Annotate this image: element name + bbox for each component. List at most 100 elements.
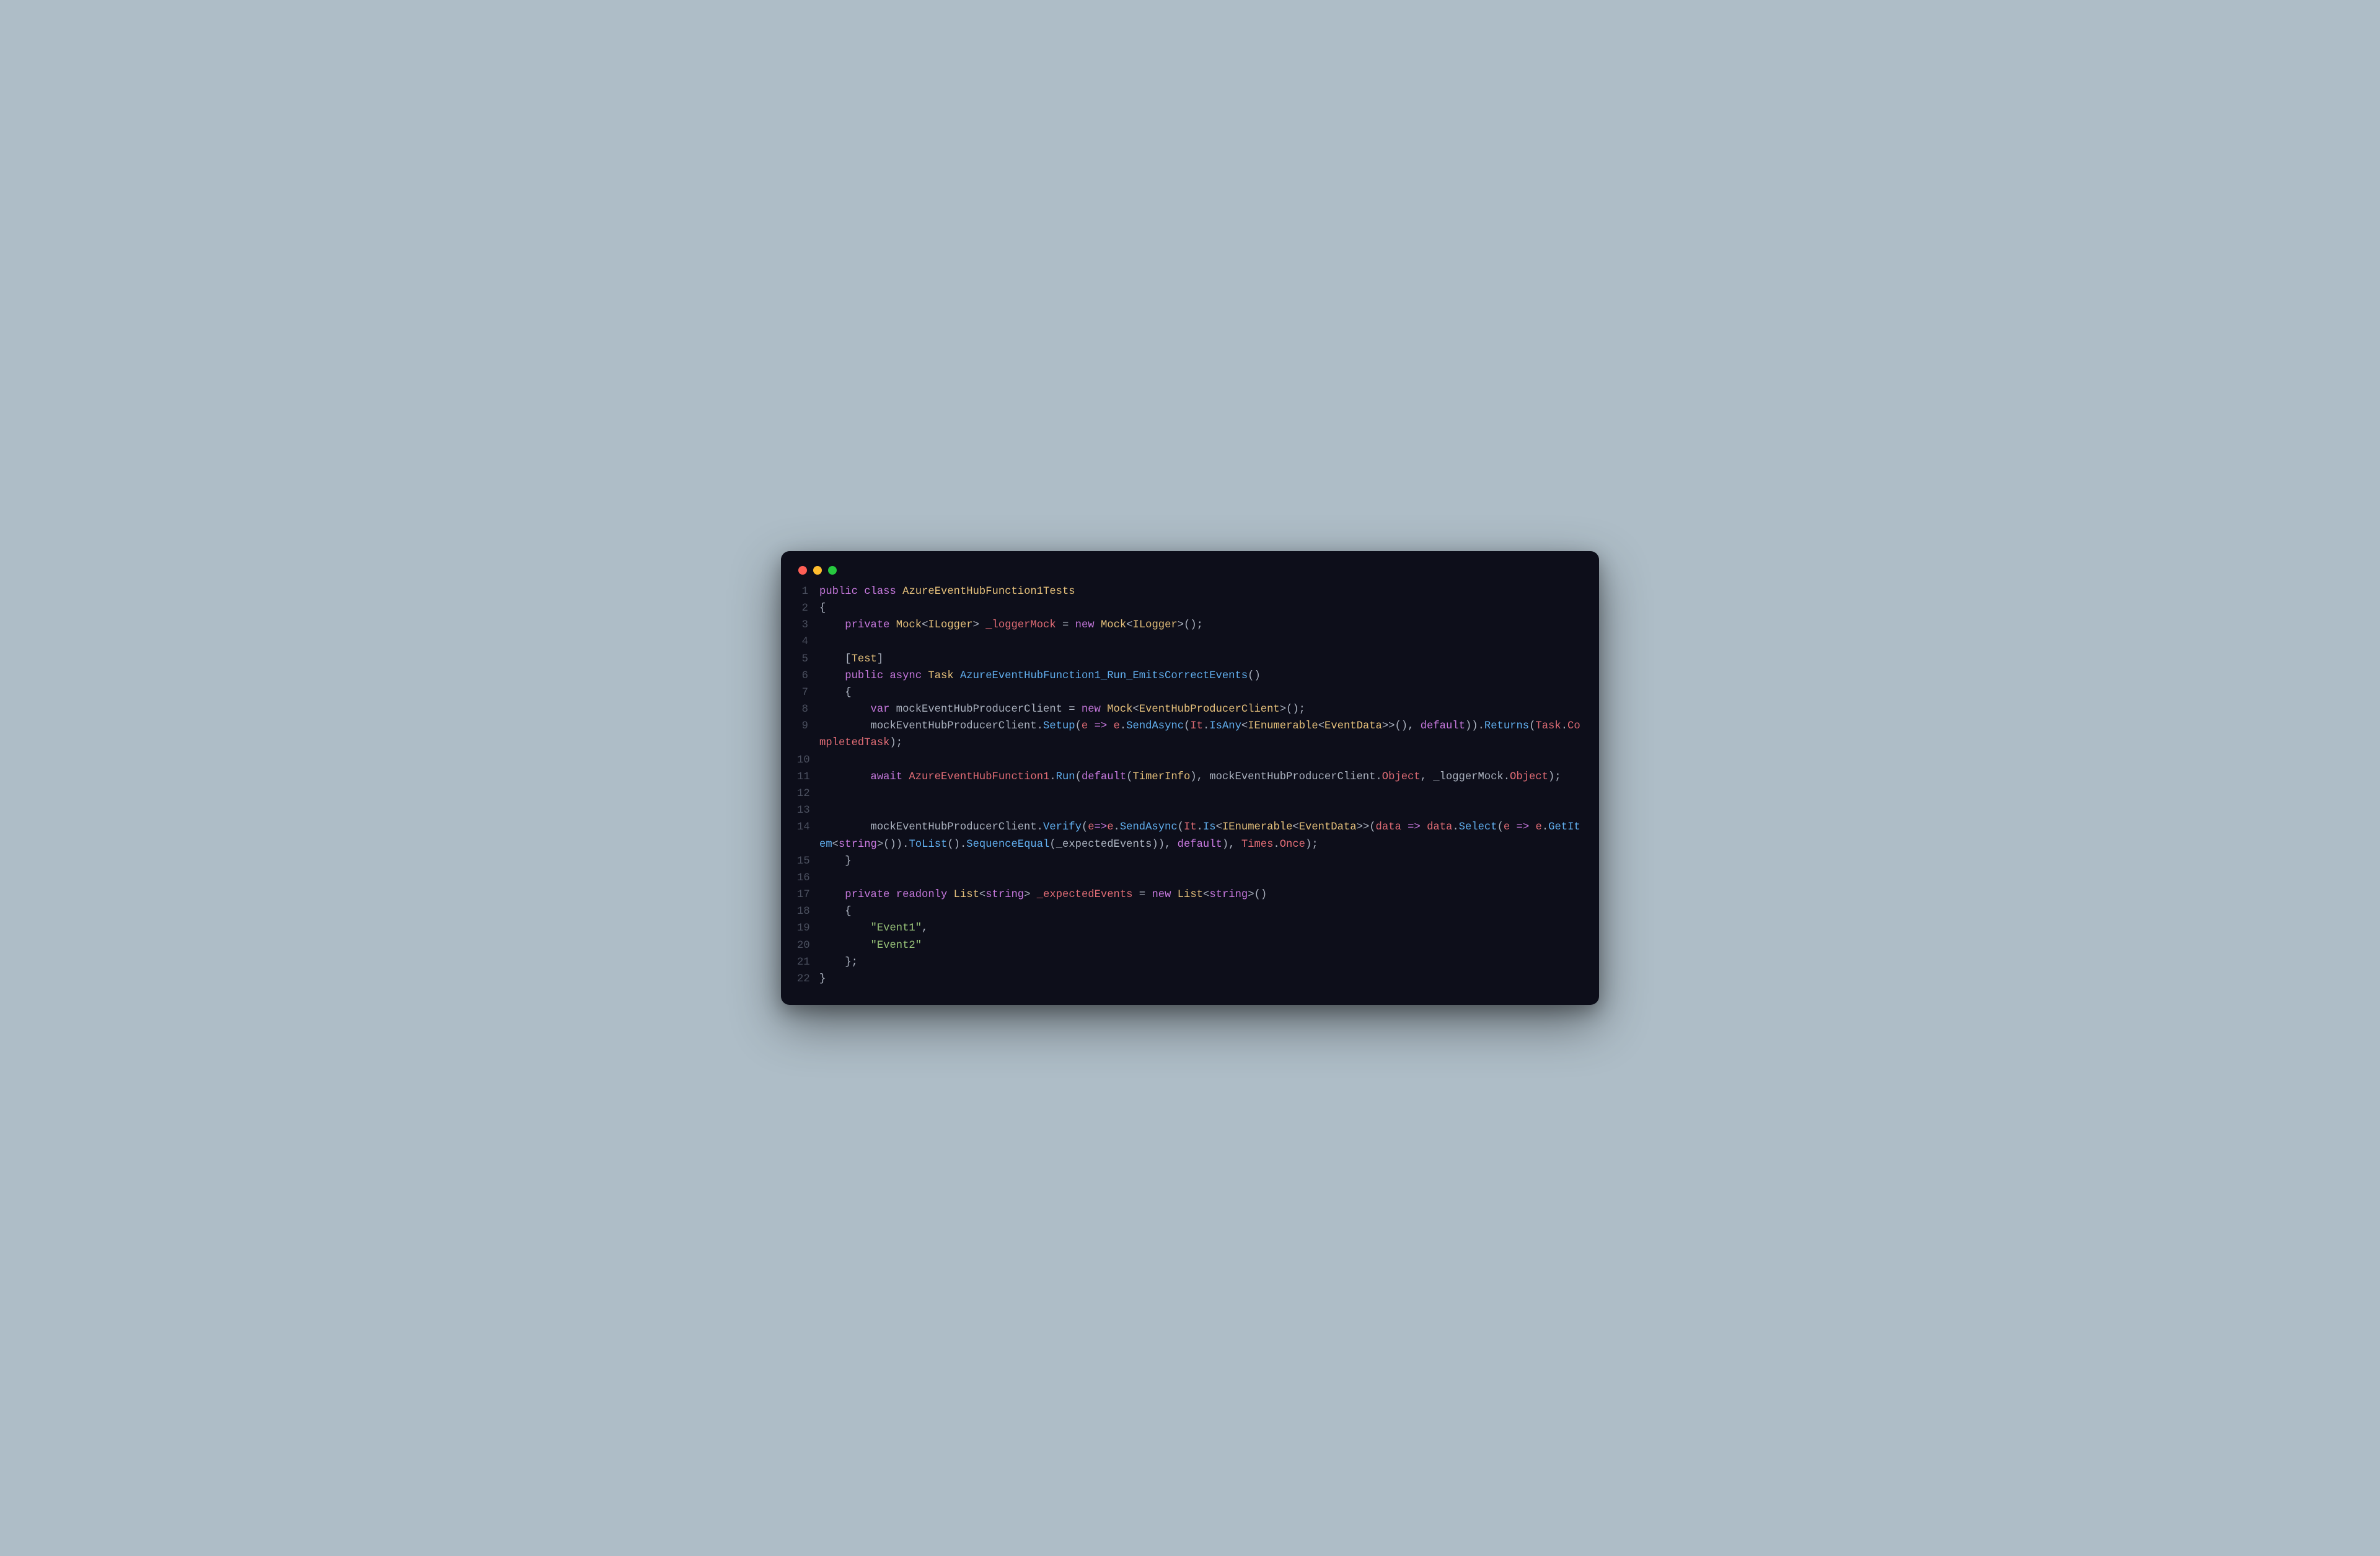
code-token: List <box>954 889 979 901</box>
code-token: var <box>871 704 890 715</box>
code-token: new <box>1082 704 1101 715</box>
code-token: . <box>1203 720 1209 732</box>
code-token: e <box>1114 720 1120 732</box>
close-icon[interactable] <box>798 566 807 575</box>
code-token: public <box>845 670 883 682</box>
line-source: { <box>819 903 1583 920</box>
code-token: List <box>1178 889 1203 901</box>
zoom-icon[interactable] <box>828 566 837 575</box>
code-token: Mock <box>1101 619 1126 631</box>
code-token: >(); <box>1178 619 1203 631</box>
code-token: => <box>1095 720 1108 732</box>
line-number: 9 <box>797 718 819 735</box>
code-token <box>819 771 871 783</box>
code-line: 7 { <box>797 684 1583 701</box>
code-line: 13 <box>797 802 1583 819</box>
code-token: e <box>1536 821 1542 833</box>
line-source: } <box>819 853 1583 870</box>
code-token: EventData <box>1324 720 1382 732</box>
code-token: AzureEventHubFunction1 <box>909 771 1049 783</box>
line-source: private Mock<ILogger> _loggerMock = new … <box>819 617 1583 634</box>
code-token: mockEventHubProducerClient. <box>819 720 1043 732</box>
code-token <box>858 586 864 598</box>
line-number: 11 <box>797 769 819 785</box>
code-token: ), mockEventHubProducerClient. <box>1190 771 1382 783</box>
code-token: string <box>985 889 1024 901</box>
line-number: 2 <box>797 600 819 617</box>
minimize-icon[interactable] <box>813 566 822 575</box>
code-token: mockEventHubProducerClient = <box>896 704 1082 715</box>
code-token: It <box>1190 720 1203 732</box>
code-token: "Event1" <box>871 922 922 934</box>
code-token: e <box>1088 821 1094 833</box>
code-token: IEnumerable <box>1222 821 1292 833</box>
line-source: } <box>819 971 1583 988</box>
code-token: => <box>1408 821 1421 833</box>
code-line: 20 "Event2" <box>797 937 1583 954</box>
code-token: data <box>1427 821 1452 833</box>
code-line: 21 }; <box>797 954 1583 971</box>
line-source: var mockEventHubProducerClient = new Moc… <box>819 701 1583 718</box>
code-token: SequenceEqual <box>966 839 1049 851</box>
code-line: 1public class AzureEventHubFunction1Test… <box>797 583 1583 600</box>
code-line: 17 private readonly List<string> _expect… <box>797 886 1583 903</box>
code-token: Returns <box>1484 720 1529 732</box>
code-token: public <box>819 586 858 598</box>
code-token <box>819 619 845 631</box>
code-token: await <box>871 771 903 783</box>
code-token <box>819 922 871 934</box>
code-token <box>1171 889 1177 901</box>
code-token: ( <box>1529 720 1535 732</box>
line-source: [Test] <box>819 651 1583 668</box>
code-token: < <box>1203 889 1209 901</box>
code-token <box>883 670 889 682</box>
line-number: 19 <box>797 920 819 937</box>
code-token: ILogger <box>928 619 972 631</box>
code-token: ); <box>1305 839 1318 851</box>
line-number: 4 <box>797 634 819 650</box>
window-titlebar <box>797 566 1583 583</box>
code-token: "Event2" <box>871 940 922 952</box>
code-token: EventData <box>1299 821 1357 833</box>
code-token: . <box>1197 821 1203 833</box>
line-source: public async Task AzureEventHubFunction1… <box>819 668 1583 684</box>
line-number: 10 <box>797 752 819 769</box>
code-line: 19 "Event1", <box>797 920 1583 937</box>
code-token: ToList <box>909 839 947 851</box>
code-token <box>819 940 871 952</box>
line-source: "Event1", <box>819 920 1583 937</box>
code-token: data <box>1376 821 1401 833</box>
code-token: Task <box>1535 720 1561 732</box>
code-token <box>922 670 928 682</box>
code-token: default <box>1178 839 1222 851</box>
code-token <box>1421 821 1427 833</box>
line-source: "Event2" <box>819 937 1583 954</box>
code-token: >>( <box>1357 821 1376 833</box>
line-number: 5 <box>797 651 819 668</box>
code-token: > <box>973 619 986 631</box>
code-token <box>1401 821 1408 833</box>
code-token: < <box>1318 720 1324 732</box>
code-token: Mock <box>1107 704 1132 715</box>
code-token: It <box>1184 821 1197 833</box>
code-token <box>947 889 953 901</box>
code-token: Task <box>928 670 953 682</box>
code-token: . <box>1120 720 1126 732</box>
code-token: , _loggerMock. <box>1421 771 1510 783</box>
code-token: )). <box>1465 720 1484 732</box>
code-token: < <box>1292 821 1298 833</box>
code-token: AzureEventHubFunction1Tests <box>902 586 1075 598</box>
code-editor[interactable]: 1public class AzureEventHubFunction1Test… <box>797 583 1583 988</box>
code-token <box>1510 821 1516 833</box>
code-token <box>1088 720 1094 732</box>
code-token: e <box>1107 821 1113 833</box>
code-token <box>1101 704 1107 715</box>
code-token: > <box>1024 889 1037 901</box>
line-number: 15 <box>797 853 819 870</box>
code-token: ); <box>1548 771 1561 783</box>
line-number: 17 <box>797 886 819 903</box>
code-token: _loggerMock <box>985 619 1056 631</box>
code-token: Is <box>1203 821 1216 833</box>
code-token: TimerInfo <box>1132 771 1190 783</box>
code-token: } <box>819 973 826 985</box>
